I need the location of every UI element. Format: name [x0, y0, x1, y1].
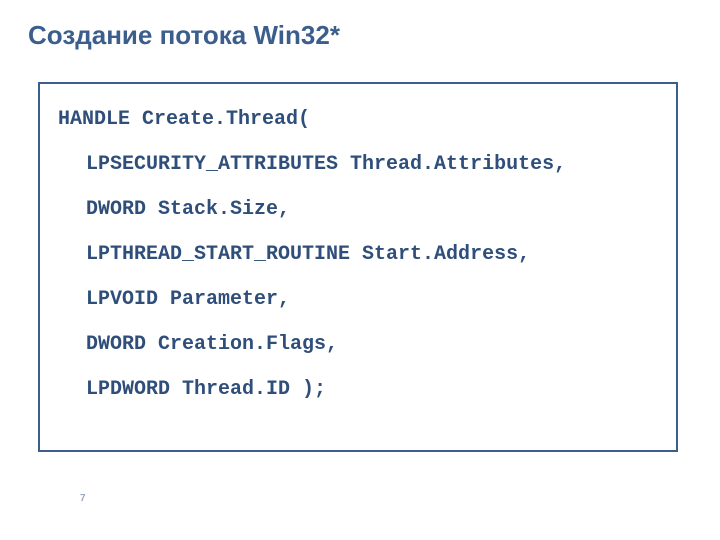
code-line: LPTHREAD_START_ROUTINE Start.Address,: [58, 243, 658, 266]
slide: Создание потока Win32* HANDLE Create.Thr…: [0, 0, 720, 540]
code-box: HANDLE Create.Thread( LPSECURITY_ATTRIBU…: [38, 82, 678, 452]
code-line: LPDWORD Thread.ID );: [58, 378, 658, 401]
code-line: HANDLE Create.Thread(: [58, 108, 658, 131]
code-block: HANDLE Create.Thread( LPSECURITY_ATTRIBU…: [58, 108, 658, 401]
slide-title: Создание потока Win32*: [28, 20, 340, 51]
code-line: DWORD Creation.Flags,: [58, 333, 658, 356]
code-line: LPSECURITY_ATTRIBUTES Thread.Attributes,: [58, 153, 658, 176]
code-line: DWORD Stack.Size,: [58, 198, 658, 221]
page-number: 7: [80, 493, 86, 504]
code-line: LPVOID Parameter,: [58, 288, 658, 311]
